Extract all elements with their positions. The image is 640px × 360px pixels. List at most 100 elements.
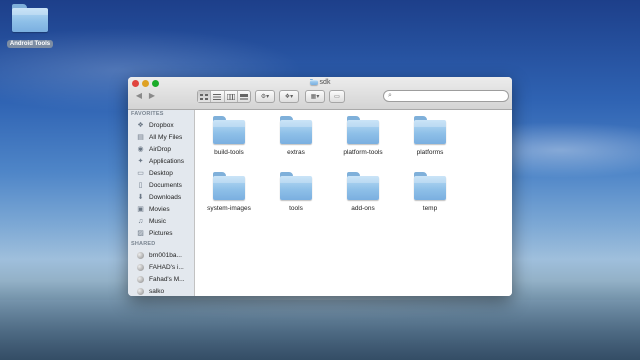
- folder-icon: [414, 116, 446, 144]
- desktop-icon-label: Android Tools: [6, 40, 54, 48]
- view-mode-group: [197, 90, 251, 103]
- documents-icon: ▯: [138, 182, 143, 189]
- forward-button[interactable]: ▶: [147, 91, 157, 101]
- folder-item[interactable]: add-ons: [331, 172, 395, 212]
- column-view-icon: [226, 93, 235, 100]
- back-arrow-icon: ◀: [135, 91, 143, 100]
- search-field[interactable]: ⌕: [383, 90, 509, 102]
- sidebar-item-label: FAHAD's i...: [149, 263, 184, 271]
- sidebar-item-label: Movies: [149, 205, 170, 213]
- computer-icon: [137, 275, 144, 283]
- sidebar-header-shared: SHARED: [131, 241, 156, 247]
- folder-icon: [213, 172, 245, 200]
- sidebar-item-movies[interactable]: ▣ Movies: [128, 203, 194, 215]
- folder-name: build-tools: [214, 149, 244, 156]
- coverflow-view-button[interactable]: [238, 91, 250, 102]
- folder-icon: [347, 172, 379, 200]
- folder-icon: [347, 116, 379, 144]
- folder-icon: [414, 172, 446, 200]
- window-title: sdk: [128, 79, 512, 86]
- sidebar-item-all-my-files[interactable]: ▤ All My Files: [128, 131, 194, 143]
- sidebar-header-favorites: FAVORITES: [131, 111, 164, 117]
- folder-item[interactable]: tools: [264, 172, 328, 212]
- folder-name: tools: [289, 205, 303, 212]
- sidebar-item-label: Applications: [149, 157, 185, 165]
- list-view-button[interactable]: [211, 91, 225, 102]
- folder-name: platform-tools: [343, 149, 383, 156]
- folder-name: add-ons: [351, 205, 375, 212]
- computer-icon: [137, 251, 144, 259]
- sidebar-shared-item[interactable]: FAHAD's i...: [128, 261, 194, 273]
- sidebar-item-label: salko: [149, 287, 165, 295]
- folder-icon: [309, 79, 318, 85]
- file-area[interactable]: build-tools extras platform-tools platforms…: [195, 110, 512, 296]
- sidebar-item-airdrop[interactable]: ◉ AirDrop: [128, 143, 194, 155]
- titlebar: sdk ◀ ▶ ⚙▾ ❖▾ ▦▾ ▭ ⌕: [128, 77, 512, 110]
- folder-item[interactable]: platform-tools: [331, 116, 395, 156]
- sidebar-item-pictures[interactable]: ▨ Pictures: [128, 227, 194, 239]
- folder-item[interactable]: temp: [398, 172, 462, 212]
- computer-icon: [137, 287, 144, 295]
- sidebar-item-label: Documents: [149, 181, 182, 189]
- music-icon: ♫: [137, 217, 144, 225]
- sidebar-item-label: AirDrop: [149, 145, 172, 153]
- dropbox-menu-button[interactable]: ❖▾: [279, 90, 299, 103]
- gear-icon: ⚙▾: [260, 94, 270, 100]
- sidebar-item-dropbox[interactable]: ❖ Dropbox: [128, 119, 194, 131]
- dropbox-icon: ❖: [137, 122, 144, 129]
- sidebar-item-label: Music: [149, 217, 166, 225]
- sidebar: FAVORITES ❖ Dropbox ▤ All My Files ◉ AirDrop ✦…: [128, 110, 195, 296]
- sidebar-item-downloads[interactable]: ⬇ Downloads: [128, 191, 194, 203]
- sidebar-item-label: All My Files: [149, 133, 183, 141]
- window-title-text: sdk: [319, 79, 331, 86]
- back-button[interactable]: ◀: [134, 91, 144, 101]
- icon-view-icon: [200, 93, 209, 100]
- sidebar-shared-item[interactable]: brn001ba...: [128, 249, 194, 261]
- arrange-menu-button[interactable]: ▦▾: [305, 90, 325, 103]
- forward-arrow-icon: ▶: [148, 91, 156, 100]
- dropbox-icon: ❖▾: [284, 94, 294, 100]
- desktop-folder-android-tools[interactable]: Android Tools: [4, 4, 56, 50]
- share-button[interactable]: ▭: [329, 90, 345, 103]
- folder-icon: [280, 116, 312, 144]
- folder-item[interactable]: system-images: [197, 172, 261, 212]
- list-view-icon: [213, 93, 222, 100]
- sidebar-item-applications[interactable]: ✦ Applications: [128, 155, 194, 167]
- arrange-icon: ▦▾: [310, 94, 320, 100]
- sidebar-item-label: Fahad's M...: [149, 275, 185, 283]
- action-menu-button[interactable]: ⚙▾: [255, 90, 275, 103]
- icon-view-button[interactable]: [198, 91, 212, 102]
- folder-icon: [280, 172, 312, 200]
- coverflow-view-icon: [239, 93, 248, 100]
- computer-icon: [137, 263, 144, 271]
- all-files-icon: ▤: [137, 134, 144, 141]
- sidebar-shared-item[interactable]: salko: [128, 285, 194, 296]
- folder-item[interactable]: extras: [264, 116, 328, 156]
- folder-name: system-images: [207, 205, 251, 212]
- sidebar-item-label: brn001ba...: [149, 251, 182, 259]
- applications-icon: ✦: [137, 158, 144, 165]
- finder-window: sdk ◀ ▶ ⚙▾ ❖▾ ▦▾ ▭ ⌕ FAVORITES ❖ Dropbox…: [128, 77, 512, 296]
- share-icon: ▭: [334, 94, 340, 100]
- folder-item[interactable]: platforms: [398, 116, 462, 156]
- folder-icon: [213, 116, 245, 144]
- column-view-button[interactable]: [225, 91, 238, 102]
- folder-name: platforms: [416, 149, 444, 156]
- folder-item[interactable]: build-tools: [197, 116, 261, 156]
- wallpaper-sea: [0, 300, 640, 360]
- downloads-icon: ⬇: [137, 194, 144, 201]
- sidebar-item-desktop[interactable]: ▭ Desktop: [128, 167, 194, 179]
- desktop-icon: ▭: [137, 170, 144, 177]
- sidebar-item-documents[interactable]: ▯ Documents: [128, 179, 194, 191]
- movies-icon: ▣: [137, 206, 144, 213]
- sidebar-item-label: Downloads: [149, 193, 182, 201]
- folder-icon: [12, 4, 48, 32]
- folder-name: temp: [422, 205, 438, 212]
- sidebar-shared-item[interactable]: Fahad's M...: [128, 273, 194, 285]
- search-icon: ⌕: [388, 92, 392, 99]
- folder-name: extras: [287, 149, 305, 156]
- sidebar-item-label: Desktop: [149, 169, 173, 177]
- sidebar-item-label: Dropbox: [149, 121, 174, 129]
- pictures-icon: ▨: [137, 230, 144, 237]
- sidebar-item-music[interactable]: ♫ Music: [128, 215, 194, 227]
